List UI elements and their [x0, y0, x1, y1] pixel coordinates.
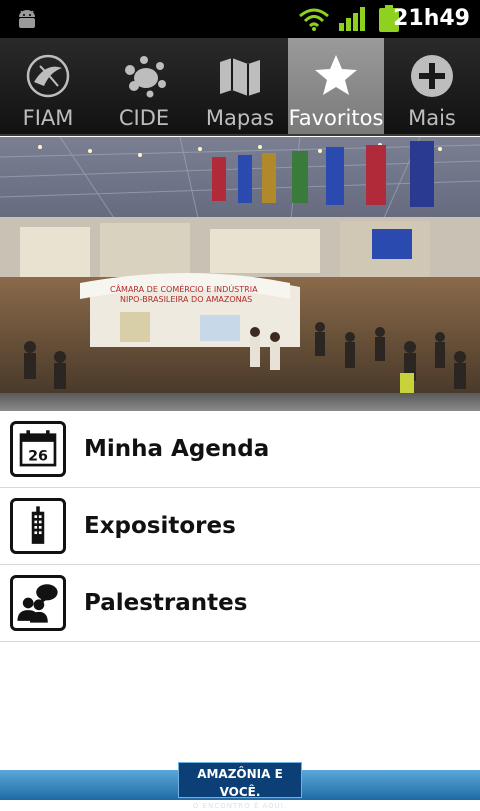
tab-label: Mais [408, 106, 456, 130]
wifi-icon [299, 8, 329, 31]
menu-item-expositores[interactable]: Expositores [0, 488, 480, 565]
plus-icon [411, 55, 453, 97]
fiam-icon [26, 54, 70, 98]
banner-image: CÂMARA DE COMÉRCIO E INDÚSTRIA NIPO-BRAS… [0, 137, 480, 393]
menu-list: 26 Minha Agenda Expositores Palestrantes [0, 411, 480, 642]
speakers-icon [10, 575, 66, 631]
stand-sign-line2: NIPO-BRASILEIRA DO AMAZONAS [120, 295, 252, 304]
menu-item-minha-agenda[interactable]: 26 Minha Agenda [0, 411, 480, 488]
menu-item-label: Palestrantes [84, 590, 248, 616]
footer-logo-subtitle: O ENCONTRO É AQUI. [192, 802, 288, 810]
tab-favoritos[interactable]: Favoritos [288, 38, 384, 134]
calendar-day: 26 [28, 449, 48, 465]
star-icon [315, 55, 357, 95]
tab-fiam[interactable]: FIAM [0, 38, 96, 134]
footer-logo-title: AMAZÔNIA E VOCÊ. [197, 767, 283, 799]
status-bar: 21h49 [0, 0, 480, 38]
menu-item-label: Expositores [84, 513, 236, 539]
tab-label: CIDE [118, 106, 170, 130]
banner-divider [0, 393, 480, 411]
menu-item-palestrantes[interactable]: Palestrantes [0, 565, 480, 642]
cide-icon [125, 56, 166, 98]
clock: 21h49 [393, 6, 470, 31]
calendar-icon: 26 [10, 421, 66, 477]
stand-sign-line1: CÂMARA DE COMÉRCIO E INDÚSTRIA [110, 283, 258, 294]
signal-icon [339, 7, 365, 31]
footer-logo: AMAZÔNIA E VOCÊ. O ENCONTRO É AQUI. [178, 762, 302, 810]
tab-mapas[interactable]: Mapas [192, 38, 288, 134]
tab-label: Favoritos [288, 106, 384, 130]
building-icon [10, 498, 66, 554]
android-debug-icon [19, 10, 35, 28]
tab-label: Mapas [205, 106, 275, 130]
tab-bar: FIAM CIDE Mapas Favoritos Mais [0, 38, 480, 136]
exhibition-hall-photo: CÂMARA DE COMÉRCIO E INDÚSTRIA NIPO-BRAS… [0, 137, 480, 393]
menu-item-label: Minha Agenda [84, 436, 270, 462]
map-icon [220, 58, 260, 96]
tab-mais[interactable]: Mais [384, 38, 480, 134]
tab-label: FIAM [22, 106, 74, 130]
tab-cide[interactable]: CIDE [96, 38, 192, 134]
